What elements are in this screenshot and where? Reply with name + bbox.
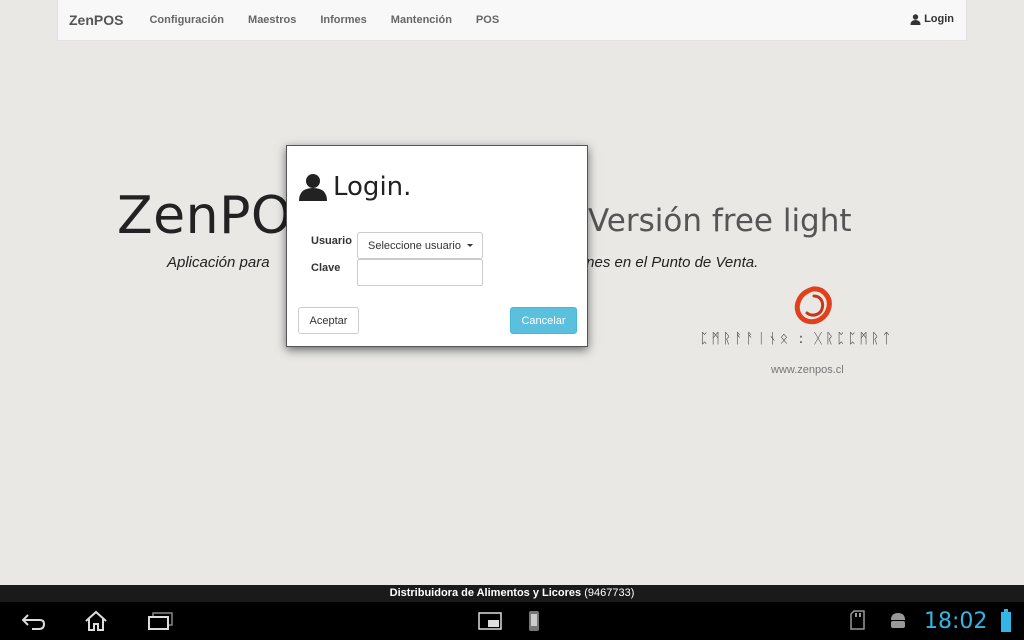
login-label: Login (924, 13, 954, 25)
hero-subtitle-right: ciones en el Punto de Venta. (567, 254, 759, 271)
clave-label: Clave (311, 262, 341, 274)
login-modal: Login. Usuario Seleccione usuario Clave … (286, 145, 588, 347)
system-navigation-bar: 18:02 (0, 602, 1024, 640)
user-select-value: Seleccione usuario (368, 239, 461, 252)
top-navbar: ZenPOS Configuración Maestros Informes M… (57, 0, 967, 41)
clock: 18:02 (924, 609, 988, 634)
zen-logo (794, 286, 832, 325)
nav-item-informes[interactable]: Informes (320, 14, 366, 26)
back-icon[interactable] (22, 613, 46, 631)
accept-button[interactable]: Aceptar (298, 307, 359, 334)
recent-apps-icon[interactable] (148, 612, 174, 630)
battery-icon (1001, 609, 1011, 632)
password-field[interactable] (357, 259, 483, 286)
website-text: www.zenpos.cl (771, 364, 844, 376)
home-icon[interactable] (84, 610, 108, 632)
company-status-bar: Distribuidora de Alimentos y Licores (94… (0, 585, 1024, 602)
nav-item-maestros[interactable]: Maestros (248, 14, 296, 26)
phone-icon[interactable] (528, 610, 540, 632)
logo-runes: ᛈᛗᚱᚨᚨᛁᚾᛟ : ᚷᚱᛈᛈᛗᚱᛏ (700, 331, 894, 347)
hero-version: Versión free light (588, 203, 852, 239)
company-name: Distribuidora de Alimentos y Licores (389, 587, 582, 599)
modal-title: Login. (333, 172, 412, 202)
user-select[interactable]: Seleccione usuario (357, 232, 483, 259)
modal-header: Login. (299, 172, 411, 202)
sd-card-icon (850, 610, 865, 630)
screenshot-icon[interactable] (478, 612, 502, 630)
nav-item-pos[interactable]: POS (476, 14, 499, 26)
android-icon (891, 613, 905, 628)
nav-item-configuracion[interactable]: Configuración (149, 14, 224, 26)
user-icon (910, 13, 921, 25)
usuario-label: Usuario (311, 235, 352, 247)
cancel-button[interactable]: Cancelar (510, 307, 577, 334)
nav-item-mantencion[interactable]: Mantención (391, 14, 452, 26)
hero-subtitle-left: Aplicación para (167, 254, 270, 271)
company-code: (9467733) (584, 587, 635, 599)
brand-link[interactable]: ZenPOS (69, 12, 123, 28)
user-icon (299, 174, 327, 201)
login-link[interactable]: Login (910, 13, 954, 25)
caret-down-icon (466, 244, 473, 247)
